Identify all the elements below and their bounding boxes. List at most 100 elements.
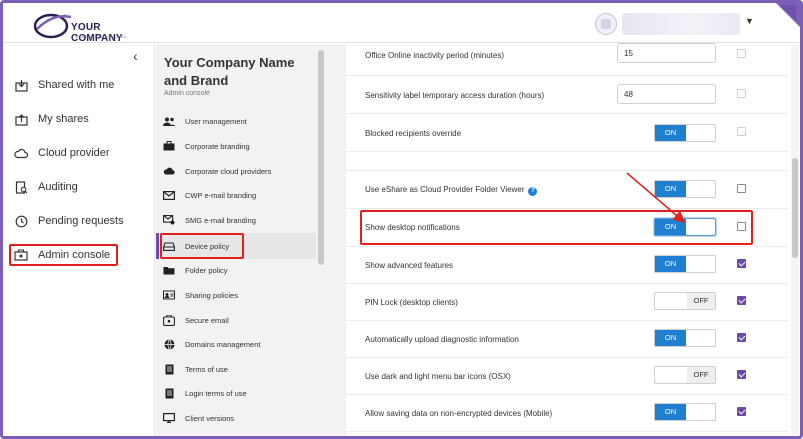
- setting-label: Sensitivity label temporary access durat…: [365, 91, 545, 100]
- sidebar-item-shared-with-me[interactable]: Shared with me: [13, 74, 114, 96]
- cloud-icon: [162, 165, 176, 177]
- clock-icon: [13, 213, 29, 229]
- blocked-recipients-toggle[interactable]: ON: [654, 124, 716, 142]
- cloud-icon: [13, 145, 29, 161]
- logo-subtext: NAME AND BRANDING: [75, 34, 127, 39]
- users-icon: [162, 115, 176, 127]
- setting-label: Allow saving data on non-encrypted devic…: [365, 409, 553, 418]
- toggle-off-label: OFF: [687, 293, 715, 309]
- setting-checkbox[interactable]: [737, 127, 746, 136]
- subnav-item-user-management[interactable]: User management: [162, 111, 312, 131]
- subnav-item-label: Corporate branding: [185, 141, 250, 151]
- toggle-on-label: ON: [655, 256, 686, 272]
- subnav-item-sharing-policies[interactable]: Sharing policies: [162, 285, 312, 305]
- sidebar-item-cloud-provider[interactable]: Cloud provider: [13, 142, 110, 164]
- setting-checkbox[interactable]: [737, 49, 746, 58]
- subnav-item-terms-of-use[interactable]: Terms of use: [162, 359, 312, 379]
- sidebar-item-label: Pending requests: [38, 215, 124, 227]
- user-name-blurred[interactable]: [622, 13, 740, 35]
- office-inactivity-input[interactable]: [617, 43, 716, 63]
- setting-checkbox[interactable]: [737, 259, 746, 268]
- info-icon[interactable]: ?: [528, 187, 538, 196]
- chevron-left-icon[interactable]: ‹: [133, 48, 138, 64]
- setting-pin-lock: PIN Lock (desktop clients) OFF: [346, 284, 788, 321]
- sidebar-item-label: Auditing: [38, 181, 78, 193]
- subnav-subtitle: Admin console: [164, 90, 210, 97]
- setting-checkbox[interactable]: [737, 184, 746, 193]
- subnav-item-label: Corporate cloud providers: [185, 166, 272, 176]
- setting-label: Office Online inactivity period (minutes…: [365, 51, 505, 60]
- logo-text: YOUR COMPANY: [71, 22, 123, 44]
- setting-office-inactivity: Office Online inactivity period (minutes…: [346, 39, 788, 76]
- setting-checkbox[interactable]: [737, 407, 746, 416]
- sidebar-item-label: Admin console: [38, 249, 111, 261]
- sensitivity-duration-input[interactable]: [617, 84, 716, 104]
- monitor-icon: [162, 412, 176, 424]
- subnav-item-secure-email[interactable]: Secure email: [162, 310, 312, 330]
- chevron-down-icon[interactable]: ▼: [745, 16, 754, 26]
- setting-non-encrypted: Allow saving data on non-encrypted devic…: [346, 395, 788, 432]
- company-logo[interactable]: YOUR COMPANY NAME AND BRANDING: [31, 9, 131, 44]
- subnav-item-label: User management: [185, 116, 247, 126]
- admin-icon: [13, 247, 29, 263]
- sidebar-item-label: Cloud provider: [38, 147, 110, 159]
- subnav-item-cwp-email-branding[interactable]: CWP e-mail branding: [162, 185, 312, 205]
- user-avatar[interactable]: [595, 13, 617, 35]
- upload-diagnostic-toggle[interactable]: ON: [654, 329, 716, 347]
- sidebar-item-pending-requests[interactable]: Pending requests: [13, 210, 124, 232]
- setting-label: Automatically upload diagnostic informat…: [365, 335, 519, 344]
- subnav-item-label: Client versions: [185, 413, 235, 423]
- corner-decoration-inner: [780, 5, 796, 21]
- toggle-off-label: OFF: [687, 367, 715, 383]
- subnav-item-label: Sharing policies: [185, 290, 238, 300]
- setting-blocked-recipients: Blocked recipients override ON: [346, 115, 788, 152]
- sidebar-item-label: Shared with me: [38, 79, 115, 91]
- setting-checkbox[interactable]: [737, 370, 746, 379]
- setting-checkbox[interactable]: [737, 333, 746, 342]
- setting-label-wrap: Use eShare as Cloud Provider Folder View…: [365, 185, 538, 196]
- setting-checkbox[interactable]: [737, 296, 746, 305]
- non-encrypted-toggle[interactable]: ON: [654, 403, 716, 421]
- subnav-title: Your Company Name and Brand: [164, 55, 295, 88]
- app-window: YOUR COMPANY NAME AND BRANDING ▼ ‹ Share…: [0, 0, 803, 439]
- eshare-viewer-toggle[interactable]: ON: [654, 180, 716, 198]
- sidebar-item-my-shares[interactable]: My shares: [13, 108, 89, 130]
- subnav-item-domains-management[interactable]: Domains management: [162, 334, 312, 354]
- toggle-on-label: ON: [655, 404, 686, 420]
- settings-spacer: [346, 153, 788, 171]
- sidebar-item-auditing[interactable]: Auditing: [13, 176, 78, 198]
- desktop-notifications-highlight-box: [360, 210, 753, 245]
- subnav-item-label: SMG e-mail branding: [185, 215, 256, 225]
- inbox-icon: [13, 77, 29, 93]
- advanced-features-toggle[interactable]: ON: [654, 255, 716, 273]
- subnav-scrollbar[interactable]: [318, 50, 324, 265]
- setting-label: Blocked recipients override: [365, 129, 462, 138]
- subnav-item-client-versions[interactable]: Client versions: [162, 408, 312, 428]
- setting-sensitivity-duration: Sensitivity label temporary access durat…: [346, 77, 788, 114]
- subnav-item-folder-policy[interactable]: Folder policy: [162, 260, 312, 280]
- setting-label: Use dark and light menu bar icons (OSX): [365, 372, 511, 381]
- subnav-item-corporate-branding[interactable]: Corporate branding: [162, 136, 312, 156]
- subnav-item-login-terms-of-use[interactable]: Login terms of use: [162, 383, 312, 403]
- subnav-item-smg-email-branding[interactable]: SMG e-mail branding: [162, 210, 312, 230]
- settings-scrollbar-thumb[interactable]: [792, 158, 798, 258]
- subnav-item-corporate-cloud-providers[interactable]: Corporate cloud providers: [162, 161, 312, 181]
- setting-label: Use eShare as Cloud Provider Folder View…: [365, 185, 525, 194]
- setting-advanced-features: Show advanced features ON: [346, 247, 788, 284]
- document-icon: [162, 363, 176, 375]
- dark-light-icons-toggle[interactable]: OFF: [654, 366, 716, 384]
- toggle-on-label: ON: [655, 330, 686, 346]
- subnav-item-label: Domains management: [185, 339, 261, 349]
- device-policy-highlight-box: [160, 233, 244, 259]
- subnav-active-indicator: [156, 233, 159, 259]
- toggle-on-label: ON: [655, 181, 686, 197]
- setting-label: PIN Lock (desktop clients): [365, 298, 458, 307]
- toggle-on-label: ON: [655, 125, 686, 141]
- setting-label: Show advanced features: [365, 261, 454, 270]
- subnav-item-label: CWP e-mail branding: [185, 190, 257, 200]
- sidebar-item-admin-console[interactable]: Admin console: [9, 244, 119, 266]
- setting-dark-light-icons: Use dark and light menu bar icons (OSX) …: [346, 358, 788, 395]
- pin-lock-toggle[interactable]: OFF: [654, 292, 716, 310]
- setting-checkbox[interactable]: [737, 89, 746, 98]
- mail-icon: [162, 189, 176, 201]
